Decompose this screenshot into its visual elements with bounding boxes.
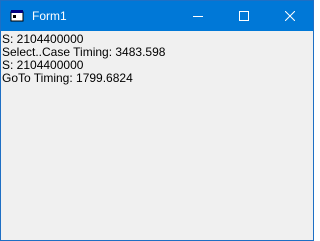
output-line: GoTo Timing: 1799.6824 xyxy=(2,71,133,85)
window-title: Form1 xyxy=(32,9,67,23)
close-button[interactable] xyxy=(267,1,313,31)
form-icon[interactable] xyxy=(10,9,24,22)
form-client-area: S: 2104400000 Select..Case Timing: 3483.… xyxy=(1,31,313,240)
title-bar[interactable]: Form1 xyxy=(1,1,313,31)
minimize-button[interactable] xyxy=(175,1,221,31)
maximize-button[interactable] xyxy=(221,1,267,31)
minimize-icon xyxy=(193,16,203,17)
maximize-icon xyxy=(239,11,249,21)
form-window: Form1 S: 2104400000 Select..Case Timing:… xyxy=(0,0,314,241)
close-icon xyxy=(285,11,295,21)
